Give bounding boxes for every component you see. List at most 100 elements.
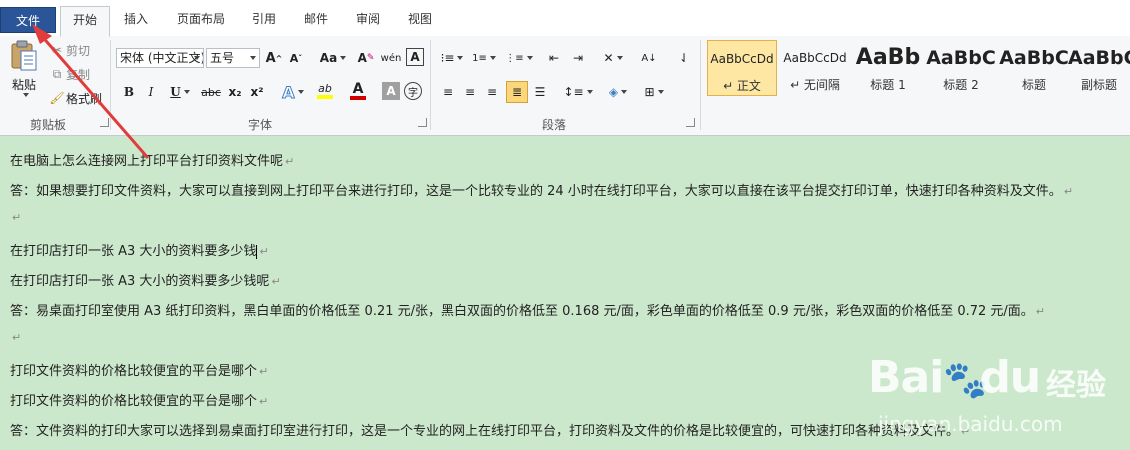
character-shading-button[interactable]: A bbox=[382, 82, 400, 100]
paste-icon bbox=[11, 40, 37, 70]
strikethrough-button[interactable]: abc bbox=[200, 82, 222, 102]
decrease-indent-button[interactable]: ⇤ bbox=[544, 48, 564, 68]
superscript-button[interactable]: x² bbox=[248, 82, 266, 102]
font-size-combo[interactable]: 五号 bbox=[206, 48, 260, 68]
change-case-button[interactable]: Aa bbox=[318, 48, 348, 68]
doc-line[interactable]: 在打印店打印一张 A3 大小的资料要多少钱 ↵ bbox=[10, 240, 269, 259]
superscript-icon: x² bbox=[250, 85, 264, 99]
shading-button[interactable]: ◈ bbox=[604, 82, 632, 102]
style-title[interactable]: AaBbC 标题 bbox=[999, 40, 1069, 96]
style-subtitle[interactable]: AaBbC 副标题 bbox=[1068, 40, 1130, 96]
line-spacing-button[interactable]: ↕≡ bbox=[563, 82, 593, 102]
doc-line[interactable]: 在打印店打印一张 A3 大小的资料要多少钱呢 ↵ bbox=[10, 270, 281, 289]
document-page[interactable]: 在电脑上怎么连接网上打印平台打印资料文件呢 ↵ 答：如果想要打印文件资料，大家可以… bbox=[0, 136, 1130, 450]
doc-line[interactable]: 答：易桌面打印室使用 A3 纸打印资料，黑白单面的价格低至 0.21 元/张，黑… bbox=[10, 300, 1045, 319]
cut-button[interactable]: ✂ 剪切 bbox=[48, 40, 108, 60]
increase-indent-button[interactable]: ⇥ bbox=[568, 48, 588, 68]
align-right-button[interactable]: ≡ bbox=[482, 82, 502, 102]
copy-icon: ⧉ bbox=[52, 66, 62, 81]
decrease-indent-icon: ⇤ bbox=[548, 51, 560, 65]
tab-references[interactable]: 引用 bbox=[244, 6, 284, 32]
clear-formatting-button[interactable]: A ✎ bbox=[356, 48, 376, 68]
copy-button[interactable]: ⧉ 复制 bbox=[48, 64, 108, 84]
text-effects-button[interactable]: A bbox=[280, 82, 306, 102]
highlight-color-swatch bbox=[317, 95, 333, 99]
bold-button[interactable]: B bbox=[120, 82, 138, 102]
font-dialog-launcher[interactable] bbox=[418, 118, 427, 127]
align-center-button[interactable]: ≡ bbox=[460, 82, 480, 102]
style-heading-2[interactable]: AaBbC 标题 2 bbox=[926, 40, 996, 96]
tab-insert[interactable]: 插入 bbox=[116, 6, 156, 32]
italic-button[interactable]: I bbox=[142, 82, 160, 102]
show-hide-marks-button[interactable]: ⇃ bbox=[674, 48, 694, 68]
tab-mailings[interactable]: 邮件 bbox=[296, 6, 336, 32]
multilevel-list-button[interactable]: ⋮≡ bbox=[504, 48, 534, 68]
clipboard-dialog-launcher[interactable] bbox=[100, 118, 109, 127]
font-group-label: 字体 bbox=[248, 118, 273, 132]
font-color-swatch bbox=[350, 96, 366, 100]
cut-label: 剪切 bbox=[66, 43, 91, 58]
doc-line[interactable]: 打印文件资料的价格比较便宜的平台是哪个 ↵ bbox=[10, 390, 268, 409]
doc-line[interactable]: ↵ bbox=[10, 210, 21, 225]
sort-button[interactable]: A↓ bbox=[638, 48, 660, 68]
highlighter-icon: ab bbox=[318, 82, 332, 95]
paragraph-dialog-launcher[interactable] bbox=[686, 118, 695, 127]
style-sample: AaBbCcDd bbox=[710, 52, 774, 66]
doc-line[interactable]: 在电脑上怎么连接网上打印平台打印资料文件呢 ↵ bbox=[10, 150, 294, 169]
ribbon-tab-bar: 文件 开始 插入 页面布局 引用 邮件 审阅 视图 bbox=[0, 0, 1130, 37]
paragraph-group-label: 段落 bbox=[542, 118, 567, 132]
align-left-button[interactable]: ≡ bbox=[438, 82, 458, 102]
line-text: 在电脑上怎么连接网上打印平台打印资料文件呢 bbox=[10, 154, 284, 169]
scissors-icon: ✂ bbox=[51, 43, 63, 57]
paste-button[interactable]: 粘贴 bbox=[4, 38, 44, 98]
distributed-button[interactable]: ☰ bbox=[530, 82, 550, 102]
tab-view[interactable]: 视图 bbox=[400, 6, 440, 32]
numbering-button[interactable]: 1≡ bbox=[470, 48, 498, 68]
style-heading-1[interactable]: AaBb 标题 1 bbox=[853, 40, 923, 96]
highlight-button[interactable]: ab bbox=[310, 80, 340, 102]
line-text: 在打印店打印一张 A3 大小的资料要多少钱 bbox=[10, 244, 257, 259]
doc-line[interactable]: 答：文件资料的打印大家可以选择到易桌面打印室进行打印，这是一个专业的网上在线打印… bbox=[10, 420, 970, 439]
tab-review[interactable]: 审阅 bbox=[348, 6, 388, 32]
font-name-combo[interactable]: 宋体 (中文正文) bbox=[116, 48, 204, 68]
phonetic-guide-button[interactable]: wén bbox=[380, 48, 402, 68]
paste-label: 粘贴 bbox=[11, 77, 36, 92]
style-sample: AaBbC bbox=[926, 47, 996, 69]
enclose-characters-button[interactable]: 字 bbox=[404, 82, 422, 100]
justify-button[interactable]: ≣ bbox=[506, 81, 528, 103]
paragraph-mark-icon: ↵ bbox=[259, 365, 269, 378]
line-text: 打印文件资料的价格比较便宜的平台是哪个 bbox=[10, 394, 258, 409]
sort-icon: A↓ bbox=[641, 52, 657, 64]
enclose-characters-icon: 字 bbox=[408, 87, 418, 99]
doc-line[interactable]: ↵ bbox=[10, 330, 21, 345]
distributed-icon: ☰ bbox=[534, 85, 546, 99]
borders-button[interactable]: ⊞ bbox=[640, 82, 668, 102]
style-no-spacing[interactable]: AaBbCcDd ↵ 无间隔 bbox=[780, 40, 850, 96]
paragraph-mark-icon: ↵ bbox=[259, 395, 269, 408]
shrink-font-button[interactable]: Aˇ bbox=[286, 48, 306, 68]
doc-line[interactable]: 打印文件资料的价格比较便宜的平台是哪个 ↵ bbox=[10, 360, 268, 379]
subscript-button[interactable]: x₂ bbox=[226, 82, 244, 102]
font-color-button[interactable]: A bbox=[344, 80, 372, 102]
watermark-brand-mid: du bbox=[979, 352, 1041, 403]
bullets-button[interactable]: ⁝≡ bbox=[438, 48, 466, 68]
chinese-layout-button[interactable]: ✕ bbox=[598, 48, 628, 68]
line-text: 在打印店打印一张 A3 大小的资料要多少钱呢 bbox=[10, 274, 270, 289]
chevron-down-icon bbox=[250, 56, 256, 60]
paste-dropdown-icon[interactable] bbox=[22, 92, 29, 97]
style-name: ↵ 无间隔 bbox=[790, 78, 840, 92]
underline-button[interactable]: U bbox=[166, 82, 194, 102]
paragraph-mark-icon: ↵ bbox=[259, 245, 269, 258]
character-border-button[interactable]: A bbox=[406, 48, 424, 66]
tab-home[interactable]: 开始 bbox=[60, 6, 110, 37]
phonetic-guide-icon: wén bbox=[380, 52, 402, 64]
style-normal[interactable]: AaBbCcDd ↵ 正文 bbox=[707, 40, 777, 96]
tab-page-layout[interactable]: 页面布局 bbox=[168, 6, 234, 32]
tab-file[interactable]: 文件 bbox=[0, 7, 56, 33]
grow-font-button[interactable]: A ^ bbox=[264, 48, 284, 68]
chevron-down-icon bbox=[194, 56, 200, 60]
doc-line[interactable]: 答：如果想要打印文件资料，大家可以直接到网上打印平台来进行打印，这是一个比较专业… bbox=[10, 180, 1073, 199]
increase-indent-icon: ⇥ bbox=[572, 51, 584, 65]
character-shading-icon: A bbox=[386, 84, 396, 98]
format-painter-button[interactable]: 🖌 格式刷 bbox=[48, 88, 108, 108]
